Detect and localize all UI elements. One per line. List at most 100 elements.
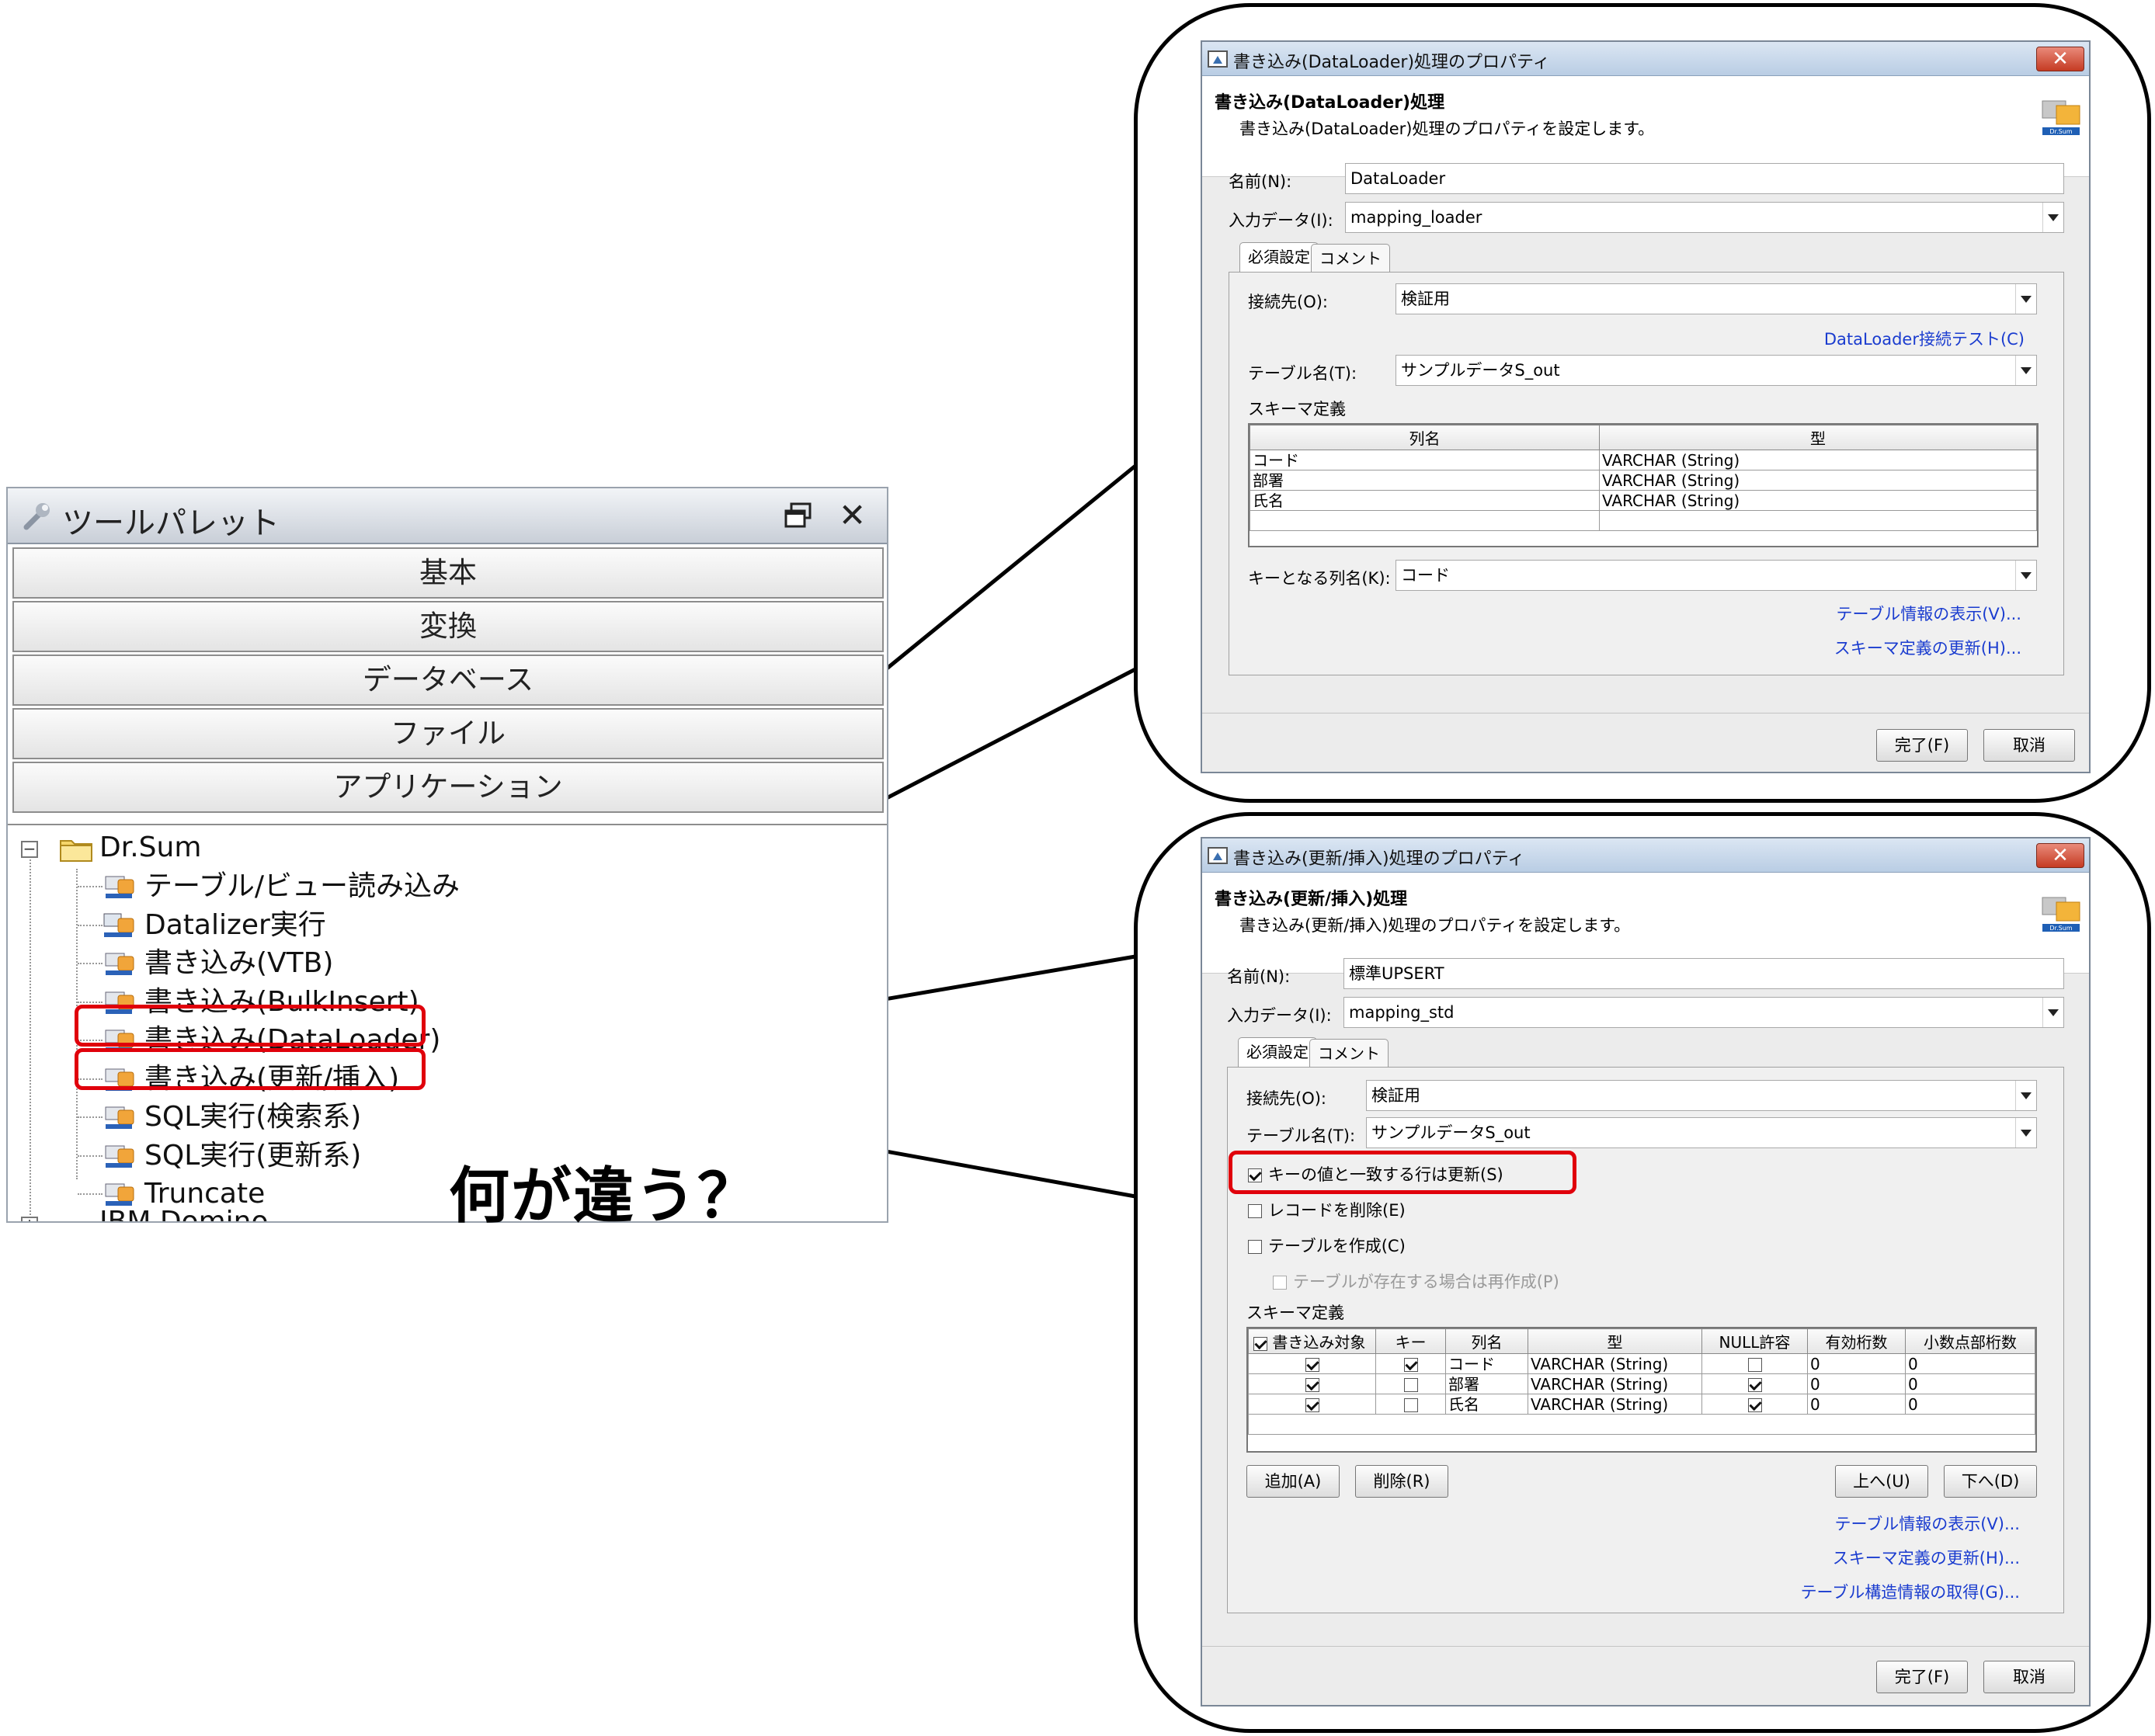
tree-item-table-view-read[interactable]: テーブル/ビュー読み込み — [144, 869, 460, 904]
tree-guide-line — [30, 859, 31, 1221]
key-cell[interactable] — [1375, 1353, 1446, 1374]
schema-update-link[interactable]: スキーマ定義の更新(H)... — [1833, 1546, 2020, 1569]
column-header[interactable]: キー — [1375, 1328, 1446, 1354]
column-header[interactable]: 有効桁数 — [1807, 1328, 1906, 1354]
table-name-select[interactable]: サンプルデータS_out — [1366, 1117, 2037, 1148]
tree-item-datalizer-run[interactable]: Datalizer実行 — [144, 908, 326, 943]
category-transform[interactable]: 変換 — [12, 601, 884, 652]
close-icon[interactable]: ✕ — [839, 496, 866, 535]
connection-select[interactable]: 検証用 — [1396, 283, 2037, 314]
delete-records-checkbox[interactable]: レコードを削除(E) — [1248, 1198, 1406, 1221]
input-data-select[interactable]: mapping_std — [1343, 997, 2064, 1028]
collapse-icon[interactable]: − — [21, 841, 38, 858]
table-row[interactable]: 部署 VARCHAR (String) — [1250, 470, 2037, 491]
write-target-cell[interactable] — [1248, 1394, 1376, 1415]
type-cell: VARCHAR (String) — [1528, 1373, 1702, 1394]
schema-update-link[interactable]: スキーマ定義の更新(H)... — [1834, 636, 2021, 659]
input-data-value: mapping_loader — [1350, 208, 1482, 227]
tree-item-write-vtb[interactable]: 書き込み(VTB) — [144, 946, 333, 981]
tree-guide-line — [78, 924, 103, 926]
move-up-button[interactable]: 上へ(U) — [1835, 1465, 1928, 1498]
recreate-table-checkbox[interactable]: テーブルが存在する場合は再作成(P) — [1273, 1269, 1559, 1293]
close-button[interactable]: ✕ — [2036, 47, 2084, 71]
chevron-down-icon — [2021, 1092, 2032, 1099]
finish-button[interactable]: 完了(F) — [1876, 729, 1968, 762]
cancel-button[interactable]: 取消 — [1983, 729, 2075, 762]
cancel-button[interactable]: 取消 — [1983, 1661, 2075, 1693]
key-column-select[interactable]: コード — [1396, 560, 2037, 591]
key-cell[interactable] — [1375, 1394, 1446, 1415]
table-name-select[interactable]: サンプルデータS_out — [1396, 355, 2037, 386]
column-header[interactable]: 型 — [1599, 425, 2037, 450]
category-application[interactable]: アプリケーション — [12, 762, 884, 813]
close-button[interactable]: ✕ — [2036, 843, 2084, 868]
schema-label: スキーマ定義 — [1246, 1304, 1344, 1322]
column-header[interactable]: 列名 — [1445, 1328, 1528, 1354]
checkbox-icon — [1305, 1358, 1319, 1372]
input-data-label: 入力データ(I): — [1227, 1006, 1332, 1025]
table-info-link[interactable]: テーブル情報の表示(V)... — [1836, 602, 2021, 625]
tree-root-ibm-domino[interactable]: IBM Domino — [99, 1204, 268, 1221]
header-description: 書き込み(更新/挿入)処理のプロパティを設定します。 — [1239, 916, 1631, 935]
input-data-select[interactable]: mapping_loader — [1345, 202, 2064, 233]
input-data-label: 入力データ(I): — [1229, 211, 1333, 230]
table-info-link[interactable]: テーブル情報の表示(V)... — [1834, 1512, 2020, 1535]
tree-item-sql-exec-update[interactable]: SQL実行(更新系) — [144, 1138, 361, 1174]
name-input[interactable]: 標準UPSERT — [1343, 958, 2064, 989]
add-button[interactable]: 追加(A) — [1246, 1465, 1340, 1498]
checkbox-icon — [1248, 1204, 1262, 1218]
category-basic[interactable]: 基本 — [12, 547, 884, 599]
name-input[interactable]: DataLoader — [1345, 163, 2064, 194]
tab-required[interactable]: 必須設定 — [1239, 242, 1319, 272]
column-name-cell: コード — [1250, 450, 1600, 470]
folder-icon — [60, 840, 92, 862]
category-file[interactable]: ファイル — [12, 708, 884, 759]
column-header[interactable]: 列名 — [1250, 425, 1600, 450]
delete-button[interactable]: 削除(R) — [1355, 1465, 1448, 1498]
write-target-cell[interactable] — [1248, 1373, 1376, 1394]
expand-icon[interactable]: + — [21, 1217, 38, 1221]
column-header[interactable]: NULL許容 — [1701, 1328, 1808, 1354]
column-header[interactable]: 型 — [1528, 1328, 1702, 1354]
column-header-write[interactable]: 書き込み対象 — [1248, 1328, 1376, 1354]
write-target-cell[interactable] — [1248, 1353, 1376, 1374]
column-header[interactable]: 小数点部桁数 — [1905, 1328, 2035, 1354]
move-down-button[interactable]: 下へ(D) — [1944, 1465, 2037, 1498]
decimals-cell: 0 — [1905, 1394, 2035, 1415]
settings-panel: 接続先(O): 検証用 DataLoader接続テスト(C) テーブル名(T):… — [1229, 272, 2064, 675]
table-structure-link[interactable]: テーブル構造情報の取得(G)... — [1801, 1580, 2020, 1603]
connection-select[interactable]: 検証用 — [1366, 1080, 2037, 1111]
table-row[interactable]: 氏名 VARCHAR (String) — [1250, 490, 2037, 511]
nullable-cell[interactable] — [1701, 1394, 1808, 1415]
table-row-empty[interactable] — [1248, 1414, 2035, 1435]
nullable-cell[interactable] — [1701, 1353, 1808, 1374]
table-row[interactable]: コード VARCHAR (String) — [1250, 450, 2037, 470]
tree-root-drsum[interactable]: Dr.Sum — [99, 830, 201, 866]
checkbox-icon — [1747, 1378, 1762, 1392]
dialog-title: 書き込み(DataLoader)処理のプロパティ — [1233, 53, 1550, 72]
tree-guide-line — [78, 963, 103, 964]
schema-rows: コード VARCHAR (String) 部署 VARCHAR (String) 氏名 V… — [1250, 450, 2037, 531]
category-database[interactable]: データベース — [12, 654, 884, 706]
create-table-checkbox[interactable]: テーブルを作成(C) — [1248, 1234, 1406, 1257]
tab-comment[interactable]: コメント — [1311, 244, 1390, 273]
nullable-cell[interactable] — [1701, 1373, 1808, 1394]
table-row-empty[interactable] — [1250, 510, 2037, 531]
table-name-label: テーブル名(T): — [1248, 364, 1357, 383]
tab-comment[interactable]: コメント — [1309, 1039, 1389, 1068]
restore-icon[interactable] — [784, 502, 812, 529]
type-cell: VARCHAR (String) — [1528, 1394, 1702, 1415]
key-cell[interactable] — [1375, 1373, 1446, 1394]
question-text: 何が違う？ — [449, 1161, 760, 1231]
datalizer-icon — [103, 913, 134, 937]
table-row[interactable]: 部署 VARCHAR (String) 0 0 — [1248, 1373, 2035, 1394]
digits-cell: 0 — [1807, 1394, 1906, 1415]
finish-button[interactable]: 完了(F) — [1876, 1661, 1968, 1693]
table-row[interactable]: コード VARCHAR (String) 0 0 — [1248, 1353, 2035, 1374]
table-row[interactable]: 氏名 VARCHAR (String) 0 0 — [1248, 1394, 2035, 1415]
input-data-value: mapping_std — [1349, 1003, 1455, 1022]
dataloader-connection-test-link[interactable]: DataLoader接続テスト(C) — [1824, 327, 2025, 350]
dialog-upsert: 書き込み(更新/挿入)処理のプロパティ ✕ 書き込み(更新/挿入)処理 書き込み… — [1201, 837, 2091, 1706]
tab-required[interactable]: 必須設定 — [1238, 1037, 1317, 1067]
tree-item-sql-exec-select[interactable]: SQL実行(検索系) — [144, 1099, 361, 1135]
